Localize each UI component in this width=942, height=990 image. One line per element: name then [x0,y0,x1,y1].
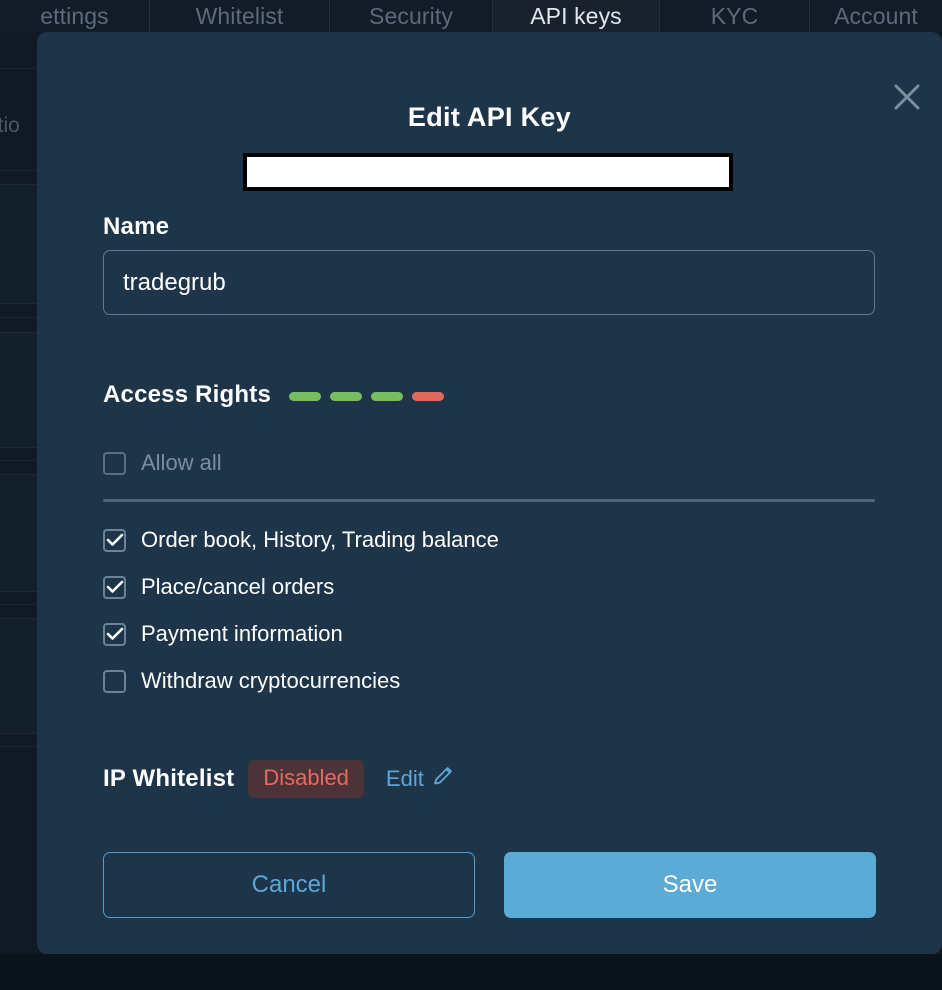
tab-label: API keys [530,2,622,29]
tab-label: Account [834,2,918,29]
focused-text-field-wrapper [243,153,733,191]
ip-whitelist-row: IP Whitelist Disabled Edit [103,760,455,798]
tab-settings[interactable]: ettings [0,0,150,32]
checkbox-place-cancel-orders[interactable]: Place/cancel orders [103,574,334,600]
checkbox-checked-icon [103,528,126,552]
strength-pill [289,391,321,401]
edit-api-key-modal: Edit API Key Name Access Rights Allow al… [37,32,942,954]
section-divider [103,499,875,502]
tab-whitelist[interactable]: Whitelist [150,0,330,32]
edit-link-label: Edit [385,766,424,791]
name-label: Name [103,213,170,240]
checkbox-label: Order book, History, Trading balance [141,527,499,552]
tab-label: ettings [40,2,109,29]
ip-whitelist-label: IP Whitelist [103,765,235,792]
tab-security[interactable]: Security [330,0,493,32]
checkbox-allow-all[interactable]: Allow all [103,450,222,476]
checkbox-payment-information[interactable]: Payment information [103,621,343,647]
edit-ip-whitelist-link[interactable]: Edit [386,764,455,794]
strength-pill [412,391,444,401]
checkbox-label: Payment information [141,621,343,646]
bg-table-card [0,474,42,592]
tab-api-keys[interactable]: API keys [493,0,660,32]
tab-label: Whitelist [195,2,284,29]
settings-tab-bar: ettings Whitelist Security API keys KYC … [0,0,942,32]
access-rights-label: Access Rights [103,381,271,408]
tab-label: KYC [710,2,759,29]
strength-pill [371,391,403,401]
checkbox-checked-icon [103,622,126,646]
modal-title: Edit API Key [407,102,572,132]
save-button[interactable]: Save [504,852,876,918]
bg-column-header: atio [0,114,20,137]
access-strength-meter [289,390,444,401]
access-rights-header: Access Rights [103,381,444,409]
name-input[interactable] [103,250,875,315]
bg-table-card [0,618,42,734]
bg-table-card [0,332,42,448]
checkbox-label: Allow all [141,450,222,475]
checkbox-withdraw-cryptocurrencies[interactable]: Withdraw cryptocurrencies [103,668,400,694]
strength-pill [330,391,362,401]
checkbox-checked-icon [103,575,126,599]
tab-kyc[interactable]: KYC [660,0,810,32]
checkbox-unchecked-icon [103,669,126,693]
checkbox-order-book-history-trading-balance[interactable]: Order book, History, Trading balance [103,527,499,553]
tab-account[interactable]: Account [810,0,942,32]
pencil-icon [431,764,455,794]
checkbox-label: Withdraw cryptocurrencies [141,668,401,693]
bg-table-card [0,184,42,304]
status-badge: Disabled [248,760,364,798]
page-footer [0,954,942,990]
api-key-text-input[interactable] [247,157,729,187]
checkbox-label: Place/cancel orders [141,574,335,599]
checkbox-unchecked-icon [103,451,126,475]
tab-label: Security [369,2,453,29]
cancel-button[interactable]: Cancel [103,852,475,918]
